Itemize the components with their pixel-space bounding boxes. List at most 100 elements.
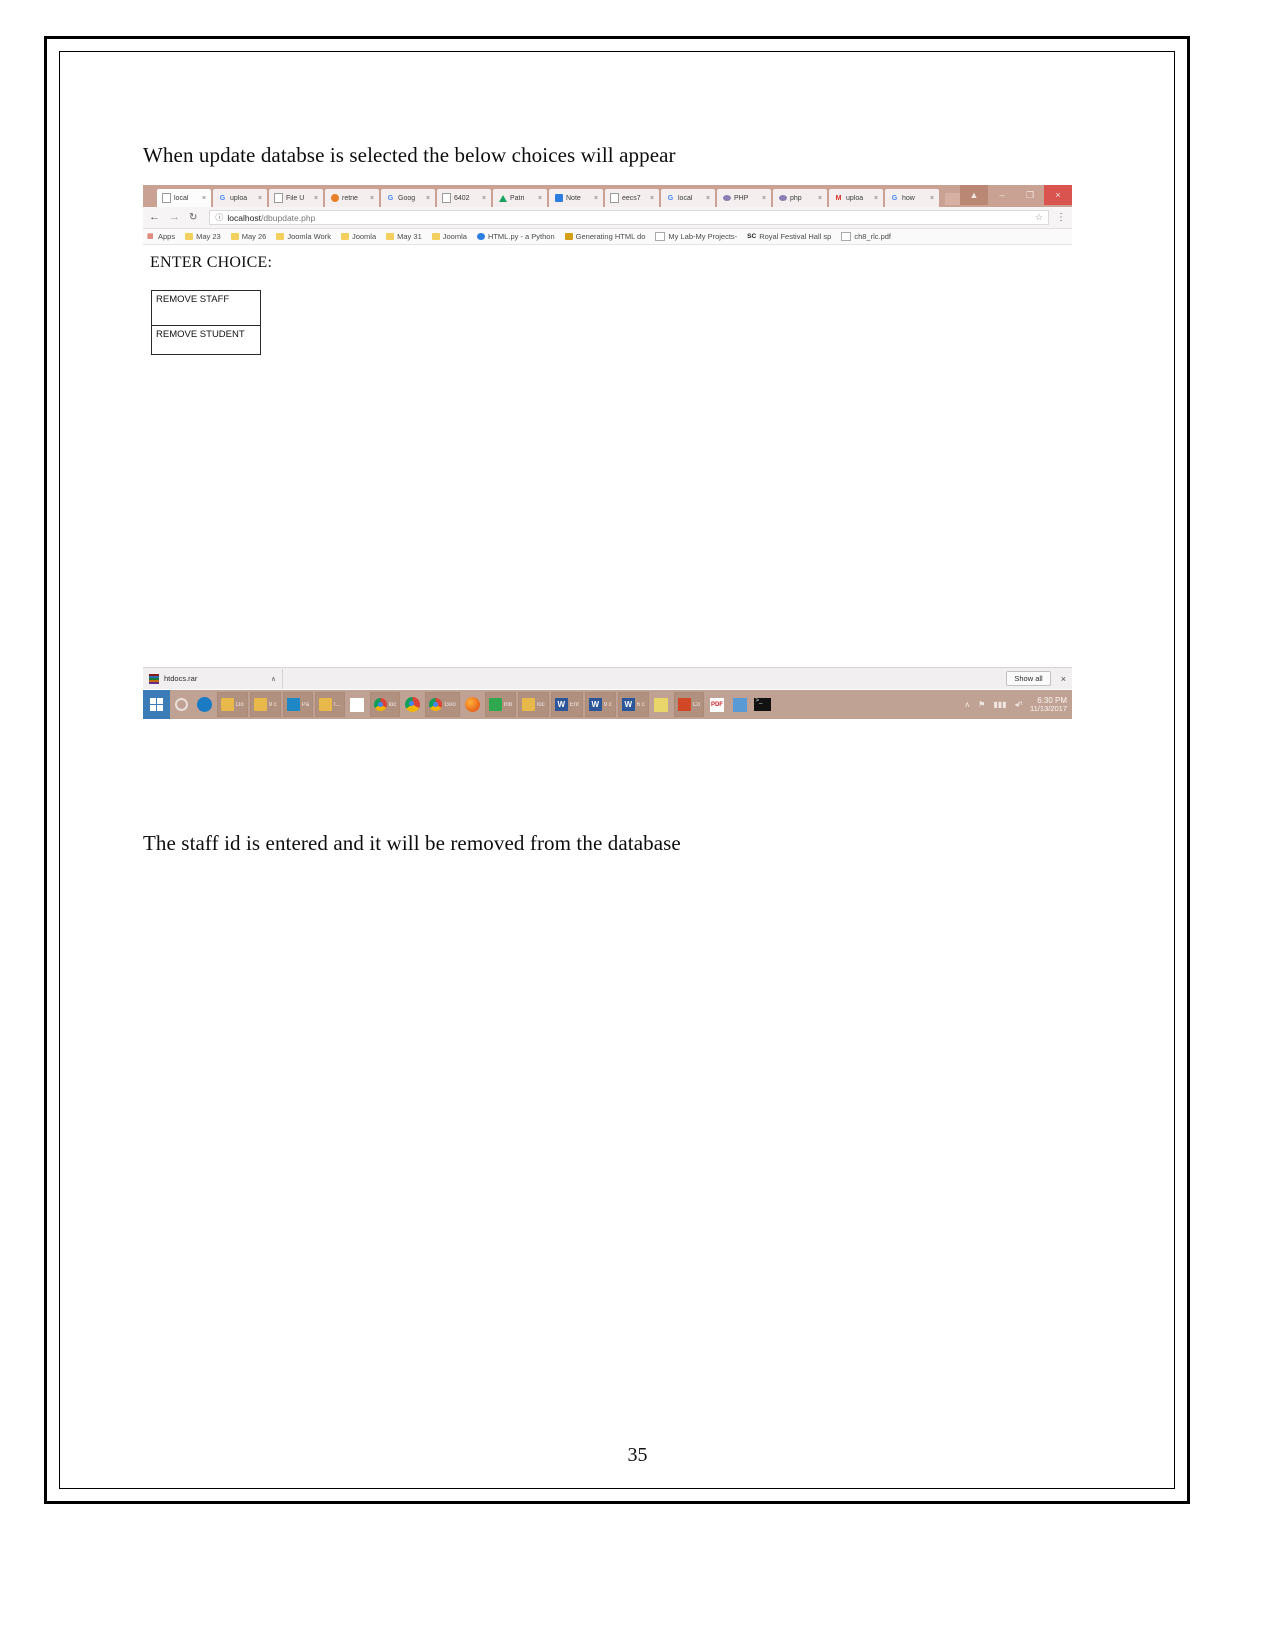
- bookmark-item[interactable]: Joomla: [340, 232, 376, 241]
- browser-tab[interactable]: G Goog ×: [381, 189, 435, 207]
- bookmark-item[interactable]: HTML.py - a Python: [476, 232, 555, 241]
- search-icon[interactable]: [170, 690, 193, 719]
- ie-icon[interactable]: [193, 690, 216, 719]
- bookmark-item[interactable]: Joomla Work: [276, 232, 331, 241]
- cmd-icon[interactable]: >_: [751, 690, 774, 719]
- reload-icon[interactable]: ↻: [189, 212, 197, 223]
- page-icon: [610, 193, 619, 203]
- pdf-icon[interactable]: PDF: [705, 690, 728, 719]
- taskbar-task[interactable]: Co: [673, 692, 705, 717]
- chrome-menu-icon[interactable]: ⋮: [1056, 212, 1066, 223]
- folder-icon: [386, 233, 395, 240]
- taskbar-task[interactable]: 9 c: [249, 692, 281, 717]
- chevron-up-icon[interactable]: ∧: [964, 700, 970, 709]
- page-info-icon[interactable]: ⓘ: [215, 212, 223, 223]
- taskbar-task[interactable]: I...: [315, 692, 345, 717]
- bookmark-item[interactable]: ▦ Apps: [147, 232, 175, 241]
- bookmark-label: May 23: [196, 232, 221, 241]
- bookmark-item[interactable]: SC Royal Festival Hall sp: [747, 232, 831, 241]
- bookmark-item[interactable]: Generating HTML do: [564, 232, 645, 241]
- chevron-up-icon[interactable]: ∧: [271, 675, 276, 683]
- google-icon: G: [219, 194, 226, 202]
- browser-tab-title: retrie: [342, 194, 358, 202]
- start-button[interactable]: [143, 690, 170, 719]
- action-center-flag-icon[interactable]: ⚑: [978, 700, 985, 709]
- taskbar-task[interactable]: Do: [217, 692, 248, 717]
- maximize-button[interactable]: ❐: [1016, 185, 1044, 205]
- browser-tab[interactable]: G uploa ×: [213, 189, 267, 207]
- taskbar-task-label: 9 c: [268, 701, 277, 708]
- remove-student-button[interactable]: REMOVE STUDENT: [152, 326, 260, 343]
- bookmarks-bar: ▦ Apps May 23 May 26 Joomla Work Joomla …: [143, 229, 1072, 245]
- user-profile-icon[interactable]: ▲: [960, 185, 988, 205]
- close-icon[interactable]: ×: [762, 195, 769, 202]
- close-icon[interactable]: ×: [650, 195, 657, 202]
- browser-tab[interactable]: Note ×: [549, 189, 603, 207]
- forward-icon[interactable]: →: [169, 212, 180, 223]
- browser-tab[interactable]: retrie ×: [325, 189, 379, 207]
- close-window-button[interactable]: ×: [1044, 185, 1072, 205]
- taskbar-task[interactable]: Pa: [282, 692, 314, 717]
- browser-tab[interactable]: local ×: [157, 189, 211, 207]
- browser-tab[interactable]: Patri ×: [493, 189, 547, 207]
- browser-tab[interactable]: M uploa ×: [829, 189, 883, 207]
- clock[interactable]: 6:30 PM 11/13/2017: [1030, 696, 1067, 714]
- close-icon[interactable]: ×: [706, 195, 713, 202]
- taskbar-task[interactable]: W Ent: [550, 692, 583, 717]
- browser-tab[interactable]: php ×: [773, 189, 827, 207]
- button-spacer: [152, 308, 260, 319]
- browser-tab[interactable]: PHP ×: [717, 189, 771, 207]
- close-icon[interactable]: ×: [818, 195, 825, 202]
- close-icon[interactable]: ×: [370, 195, 377, 202]
- minimize-button[interactable]: –: [988, 185, 1016, 205]
- bookmark-item[interactable]: My Lab-My Projects-: [655, 232, 737, 241]
- download-item[interactable]: htdocs.rar ∧: [143, 668, 283, 689]
- taskbar-task[interactable]: loc: [369, 692, 401, 717]
- browser-tab-title: eecs7: [622, 194, 641, 202]
- back-icon[interactable]: ←: [149, 212, 160, 223]
- bookmark-item[interactable]: May 26: [230, 232, 266, 241]
- network-icon[interactable]: ▮▮▮: [993, 700, 1006, 709]
- browser-tab[interactable]: 6402 ×: [437, 189, 491, 207]
- page-icon: [655, 232, 666, 241]
- taskbar-task[interactable]: loc: [518, 692, 549, 717]
- firefox-icon[interactable]: [461, 690, 484, 719]
- close-icon[interactable]: ×: [426, 195, 433, 202]
- close-icon[interactable]: ×: [874, 195, 881, 202]
- bookmark-item[interactable]: May 31: [386, 232, 422, 241]
- bookmark-item[interactable]: Joomla: [431, 232, 467, 241]
- bookmark-item[interactable]: May 23: [185, 232, 221, 241]
- taskbar-task[interactable]: W9 c: [584, 692, 616, 717]
- folder-icon: [340, 233, 349, 240]
- browser-tab[interactable]: File U ×: [269, 189, 323, 207]
- close-icon[interactable]: ×: [482, 195, 489, 202]
- bookmark-item[interactable]: ch8_rlc.pdf: [841, 232, 891, 241]
- taskbar-task[interactable]: Goo: [425, 692, 460, 717]
- close-icon[interactable]: ×: [1061, 674, 1066, 684]
- chart-icon[interactable]: [728, 690, 751, 719]
- browser-tab[interactable]: G local ×: [661, 189, 715, 207]
- chrome-icon[interactable]: [401, 690, 424, 719]
- close-icon[interactable]: ×: [930, 195, 937, 202]
- bookmark-star-icon[interactable]: ☆: [1035, 212, 1043, 223]
- page-icon: [841, 232, 852, 241]
- browser-tab[interactable]: eecs7 ×: [605, 189, 659, 207]
- browser-tab-title: uploa: [846, 194, 864, 202]
- remove-staff-button[interactable]: REMOVE STAFF: [152, 291, 260, 308]
- taskbar-task-label: 9 c: [603, 701, 612, 708]
- close-icon[interactable]: ×: [258, 195, 265, 202]
- taskbar-task[interactable]: Inb: [484, 692, 517, 717]
- browser-tab[interactable]: G how ×: [885, 189, 939, 207]
- chart-icon[interactable]: [650, 690, 673, 719]
- close-icon[interactable]: ×: [202, 195, 209, 202]
- address-bar[interactable]: ⓘ localhost/dbupdate.php ☆: [209, 210, 1049, 225]
- close-icon[interactable]: ×: [314, 195, 321, 202]
- show-all-downloads-button[interactable]: Show all: [1006, 671, 1051, 686]
- chart-icon[interactable]: [346, 690, 369, 719]
- taskbar-task[interactable]: W6 c: [617, 692, 649, 717]
- close-icon[interactable]: ×: [594, 195, 601, 202]
- close-icon[interactable]: ×: [538, 195, 545, 202]
- volume-icon[interactable]: ◂ᴴ: [1015, 700, 1022, 709]
- page-number: 35: [627, 1444, 648, 1466]
- browser-tab-title: Patri: [510, 194, 525, 202]
